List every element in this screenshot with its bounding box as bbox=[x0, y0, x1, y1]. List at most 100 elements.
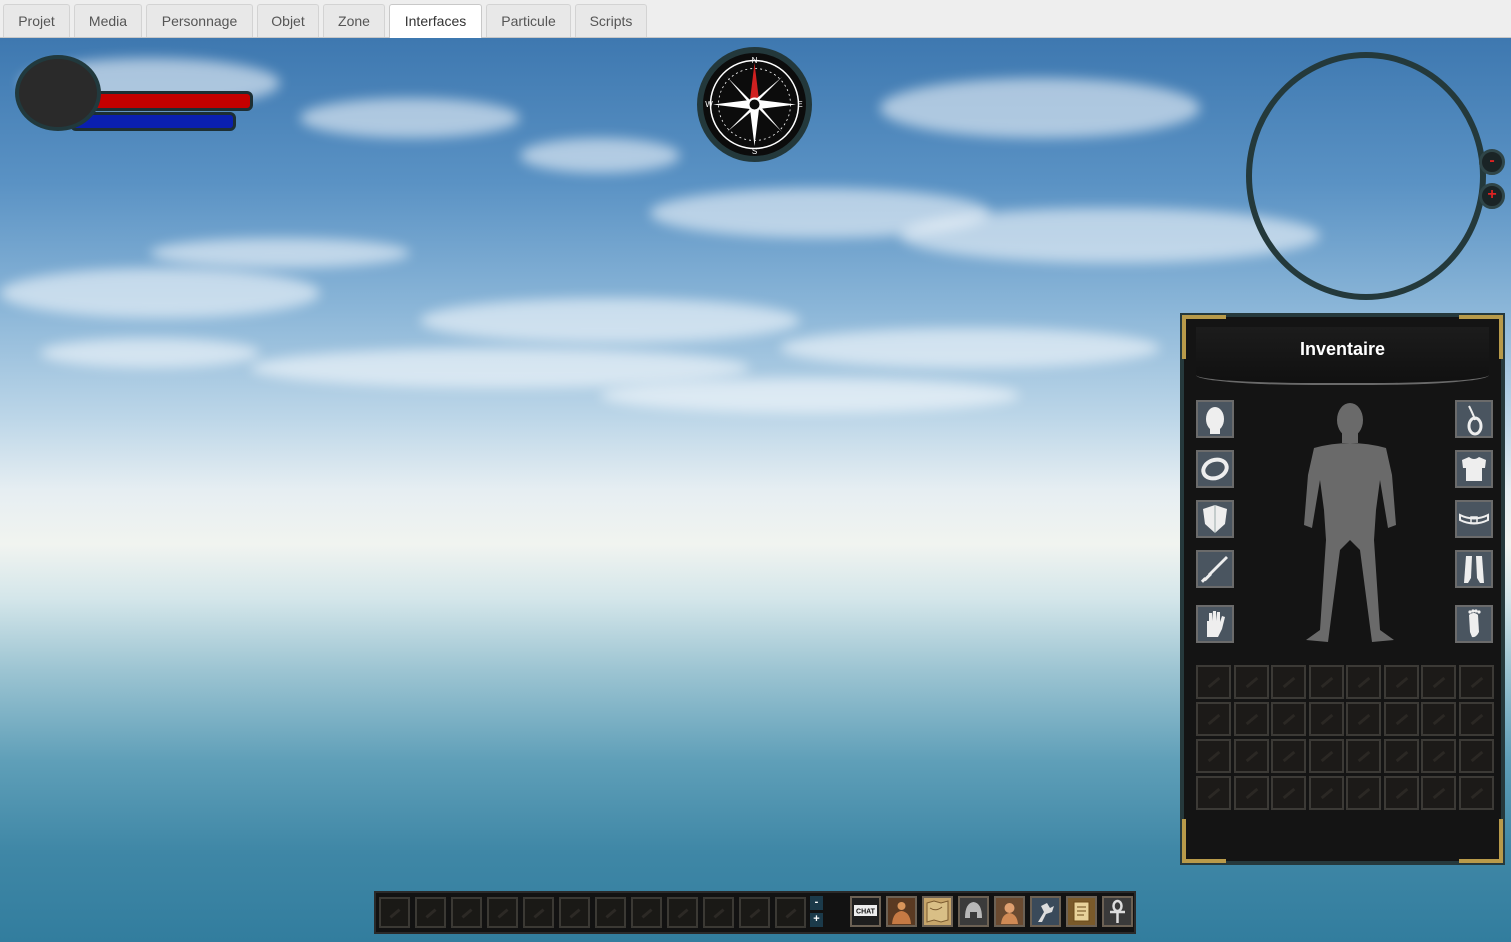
inventory-slot[interactable] bbox=[1458, 776, 1494, 810]
hotbar-slot[interactable] bbox=[703, 897, 734, 928]
minimap-zoom-out-button[interactable]: - bbox=[1479, 149, 1505, 175]
inventory-slot[interactable] bbox=[1196, 665, 1231, 699]
player-portrait[interactable] bbox=[15, 55, 101, 131]
character-button-icon bbox=[892, 902, 911, 924]
inventory-slot[interactable] bbox=[1421, 665, 1456, 699]
legs-slot-icon bbox=[1464, 556, 1484, 583]
glove-slot-icon bbox=[1207, 611, 1225, 637]
minimap[interactable] bbox=[1246, 52, 1486, 300]
inventory-slot[interactable] bbox=[1346, 702, 1381, 736]
weapon-slot[interactable] bbox=[1196, 550, 1234, 588]
inventory-slot[interactable] bbox=[1196, 776, 1231, 810]
tab-interfaces[interactable]: Interfaces bbox=[389, 4, 482, 38]
skills-button[interactable] bbox=[1030, 896, 1061, 927]
inventory-title: Inventaire bbox=[1299, 339, 1386, 359]
tab-personnage[interactable]: Personnage bbox=[146, 4, 253, 37]
spiritual-button[interactable] bbox=[1102, 896, 1133, 927]
hotbar-page-down-button[interactable]: - bbox=[810, 896, 823, 910]
inventory-slot[interactable] bbox=[1196, 702, 1231, 736]
belt-slot[interactable] bbox=[1455, 500, 1493, 538]
inventory-slot[interactable] bbox=[1196, 739, 1231, 773]
inventory-slot[interactable] bbox=[1346, 776, 1381, 810]
inventory-slot[interactable] bbox=[1421, 776, 1456, 810]
tab-media[interactable]: Media bbox=[74, 4, 142, 37]
equipment-button[interactable] bbox=[958, 896, 989, 927]
chest-slot[interactable] bbox=[1455, 450, 1493, 488]
hotbar-slot[interactable] bbox=[523, 897, 554, 928]
amulet-slot[interactable] bbox=[1455, 400, 1493, 438]
quest-scroll-button-icon bbox=[1073, 901, 1090, 922]
inventory-slot[interactable] bbox=[1458, 702, 1494, 736]
inventory-slot[interactable] bbox=[1383, 665, 1419, 699]
inventory-slot[interactable] bbox=[1458, 739, 1494, 773]
chat-button[interactable]: CHAT bbox=[850, 896, 881, 927]
map-button[interactable] bbox=[922, 896, 953, 927]
quest-button[interactable] bbox=[1066, 896, 1097, 927]
compass-east-label: E bbox=[797, 100, 802, 109]
inventory-slot[interactable] bbox=[1346, 739, 1381, 773]
inventory-slot[interactable] bbox=[1271, 739, 1306, 773]
belt-slot-icon bbox=[1459, 513, 1489, 525]
head-slot[interactable] bbox=[1196, 400, 1234, 438]
head-slot-icon bbox=[1206, 407, 1224, 434]
inventory-slot[interactable] bbox=[1421, 739, 1456, 773]
cloud bbox=[520, 138, 680, 173]
ring-slot-icon bbox=[1201, 457, 1229, 481]
skills-button-icon bbox=[1038, 903, 1054, 922]
inventory-slot[interactable] bbox=[1271, 665, 1306, 699]
hotbar-slot[interactable] bbox=[559, 897, 590, 928]
cloud bbox=[0, 268, 320, 318]
ring-slot[interactable] bbox=[1196, 450, 1234, 488]
character-button[interactable] bbox=[886, 896, 917, 927]
hotbar-slot[interactable] bbox=[775, 897, 806, 928]
hotbar-slot[interactable] bbox=[451, 897, 482, 928]
hotbar-slot[interactable] bbox=[667, 897, 698, 928]
hotbar-slot[interactable] bbox=[379, 897, 410, 928]
inventory-window: Inventaire bbox=[1180, 313, 1505, 865]
inventory-slot[interactable] bbox=[1346, 665, 1381, 699]
hotbar-slot[interactable] bbox=[595, 897, 626, 928]
inventory-slot[interactable] bbox=[1383, 702, 1419, 736]
hotbar-slot[interactable] bbox=[739, 897, 770, 928]
tab-zone[interactable]: Zone bbox=[323, 4, 385, 37]
tab-particule[interactable]: Particule bbox=[486, 4, 571, 37]
cloud bbox=[300, 98, 520, 138]
compass-north-label: N bbox=[752, 56, 758, 65]
tab-scripts[interactable]: Scripts bbox=[575, 4, 647, 37]
hotbar-slot[interactable] bbox=[415, 897, 446, 928]
compass: N S E W bbox=[697, 47, 812, 162]
inventory-slot[interactable] bbox=[1421, 702, 1456, 736]
inventory-slot[interactable] bbox=[1233, 665, 1269, 699]
cloud bbox=[780, 328, 1160, 368]
editor-tab-bar: Projet Media Personnage Objet Zone Inter… bbox=[0, 0, 1511, 38]
legs-slot[interactable] bbox=[1455, 550, 1493, 588]
inventory-slot[interactable] bbox=[1233, 702, 1269, 736]
glove-slot[interactable] bbox=[1196, 605, 1234, 643]
hotbar-page-up-button[interactable]: + bbox=[810, 913, 823, 927]
inventory-slot[interactable] bbox=[1308, 776, 1344, 810]
hotbar-slot[interactable] bbox=[487, 897, 518, 928]
sword-slot-icon bbox=[1200, 556, 1228, 583]
portrait-button[interactable] bbox=[994, 896, 1025, 927]
inventory-slot[interactable] bbox=[1308, 702, 1344, 736]
tab-projet[interactable]: Projet bbox=[3, 4, 70, 37]
portrait-button-icon bbox=[1001, 903, 1018, 924]
inventory-slot[interactable] bbox=[1383, 776, 1419, 810]
minimap-zoom-in-button[interactable]: + bbox=[1479, 183, 1505, 209]
inventory-slot[interactable] bbox=[1308, 739, 1344, 773]
hotbar-slot[interactable] bbox=[631, 897, 662, 928]
inventory-slot[interactable] bbox=[1308, 665, 1344, 699]
feet-slot[interactable] bbox=[1455, 605, 1493, 643]
chat-button-label: CHAT bbox=[856, 909, 876, 916]
helmet-button-icon bbox=[965, 902, 982, 918]
inventory-slot[interactable] bbox=[1233, 739, 1269, 773]
inventory-slot[interactable] bbox=[1383, 739, 1419, 773]
chat-button-icon: CHAT bbox=[854, 905, 877, 916]
inventory-slot[interactable] bbox=[1233, 776, 1269, 810]
inventory-slot[interactable] bbox=[1271, 702, 1306, 736]
inventory-slot[interactable] bbox=[1271, 776, 1306, 810]
tab-objet[interactable]: Objet bbox=[257, 4, 319, 37]
cloud bbox=[40, 338, 260, 368]
inventory-slot[interactable] bbox=[1458, 665, 1494, 699]
shield-slot[interactable] bbox=[1196, 500, 1234, 538]
